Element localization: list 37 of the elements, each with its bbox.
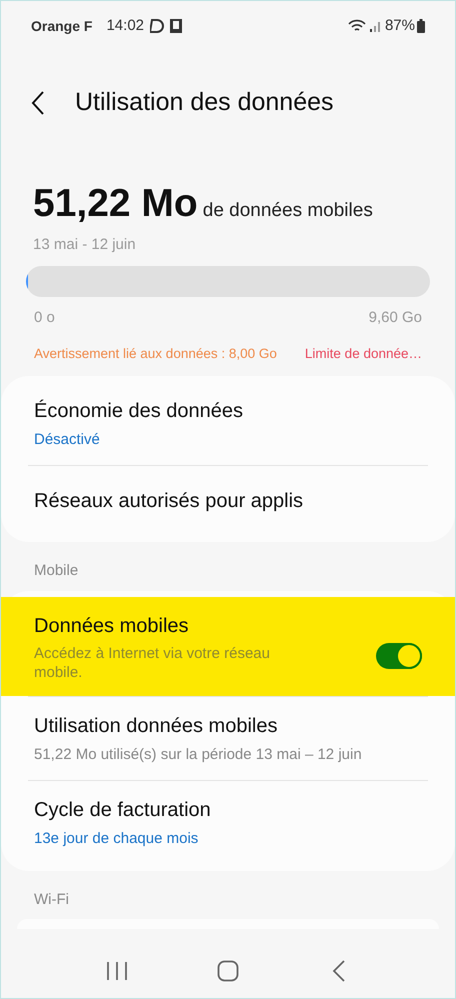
limit-text: Limite de donnée…: [304, 344, 422, 362]
settings-row[interactable]: Économie des données Désactivé: [1, 382, 455, 466]
row-subtitle: 13e jour de chaque mois: [34, 829, 200, 850]
clock: 14:02: [106, 16, 144, 36]
settings-row[interactable]: Utilisation données mobiles 51,22 Mo utilisé(s) sur la période 13 mai – 12 juin: [1, 696, 455, 780]
page-title: Utilisation des données: [75, 87, 334, 118]
highlighted-row[interactable]: Données mobiles Accédez à Internet via votre réseau mobile.: [1, 596, 455, 696]
max-label: 9,60 Go: [368, 308, 422, 328]
usage-label: de données mobiles: [202, 199, 373, 223]
back-icon: [332, 960, 346, 982]
wifi-icon: [348, 19, 366, 33]
app-icon: [150, 18, 164, 34]
row-title: Économie des données: [34, 398, 244, 424]
usage-amount: 51,22 Mo: [33, 181, 198, 227]
carrier-name: Orange F: [31, 16, 92, 36]
toggle-switch[interactable]: [376, 643, 422, 670]
battery-icon: [417, 19, 425, 33]
notification-icon: [168, 18, 184, 34]
row-subtitle: 51,22 Mo utilisé(s) sur la période 13 mai – 12 juin: [34, 744, 363, 765]
home-icon: [216, 960, 239, 982]
row-title: Utilisation données mobiles: [34, 714, 278, 739]
row-title: Données mobiles: [34, 614, 190, 639]
back-icon: [31, 90, 45, 116]
section-header: Wi-Fi: [33, 890, 70, 910]
row-title: Réseaux autorisés pour applis: [34, 489, 304, 514]
battery-percent: 87%: [384, 16, 415, 36]
signal-icon: [368, 20, 381, 32]
warning-text: Avertissement lié aux données : 8,00 Go: [34, 344, 277, 362]
row-subtitle: Désactivé: [34, 430, 101, 450]
settings-row[interactable]: Cycle de facturation 13e jour de chaque mois: [1, 781, 455, 865]
min-label: 0 o: [34, 308, 55, 328]
settings-row[interactable]: Réseaux autorisés pour applis: [1, 466, 455, 536]
recent-apps-icon: [106, 961, 128, 981]
row-title: Cycle de facturation: [34, 798, 212, 824]
usage-period: 13 mai - 12 juin: [33, 234, 137, 254]
row-subtitle: Accédez à Internet via votre réseau mobile.: [34, 644, 271, 682]
section-header: Mobile: [33, 561, 80, 582]
